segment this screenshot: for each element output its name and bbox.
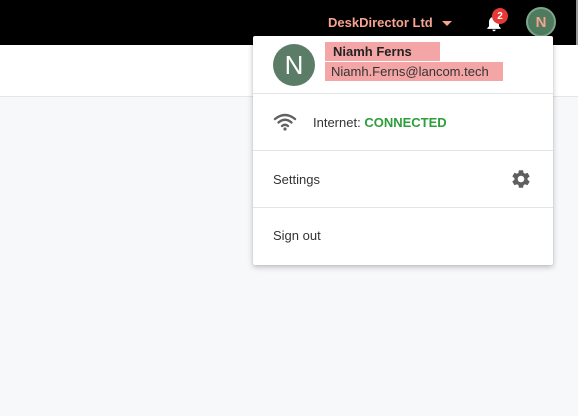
wifi-icon xyxy=(273,113,297,131)
settings-menu-item[interactable]: Settings xyxy=(253,151,553,208)
internet-status-row: Internet: CONNECTED xyxy=(253,94,553,151)
caret-down-icon xyxy=(441,20,452,26)
user-email: Niamh.Ferns@lancom.tech xyxy=(325,62,503,81)
company-name: DeskDirector Ltd xyxy=(328,15,433,30)
internet-status-text: Internet: CONNECTED xyxy=(313,115,447,130)
company-selector[interactable]: DeskDirector Ltd xyxy=(328,15,452,30)
user-profile-header: N Niamh Ferns Niamh.Ferns@lancom.tech xyxy=(253,36,553,94)
sign-out-menu-item[interactable]: Sign out xyxy=(253,208,553,265)
notification-badge: 2 xyxy=(492,8,508,24)
internet-label: Internet: xyxy=(313,115,361,130)
gear-icon xyxy=(512,170,530,188)
settings-label: Settings xyxy=(273,172,320,187)
avatar[interactable]: N xyxy=(526,7,556,37)
sign-out-label: Sign out xyxy=(273,228,321,243)
internet-connected-status: CONNECTED xyxy=(364,115,447,130)
user-name: Niamh Ferns xyxy=(325,42,440,61)
user-dropdown-menu: N Niamh Ferns Niamh.Ferns@lancom.tech In… xyxy=(253,36,553,265)
user-avatar: N xyxy=(273,44,315,86)
